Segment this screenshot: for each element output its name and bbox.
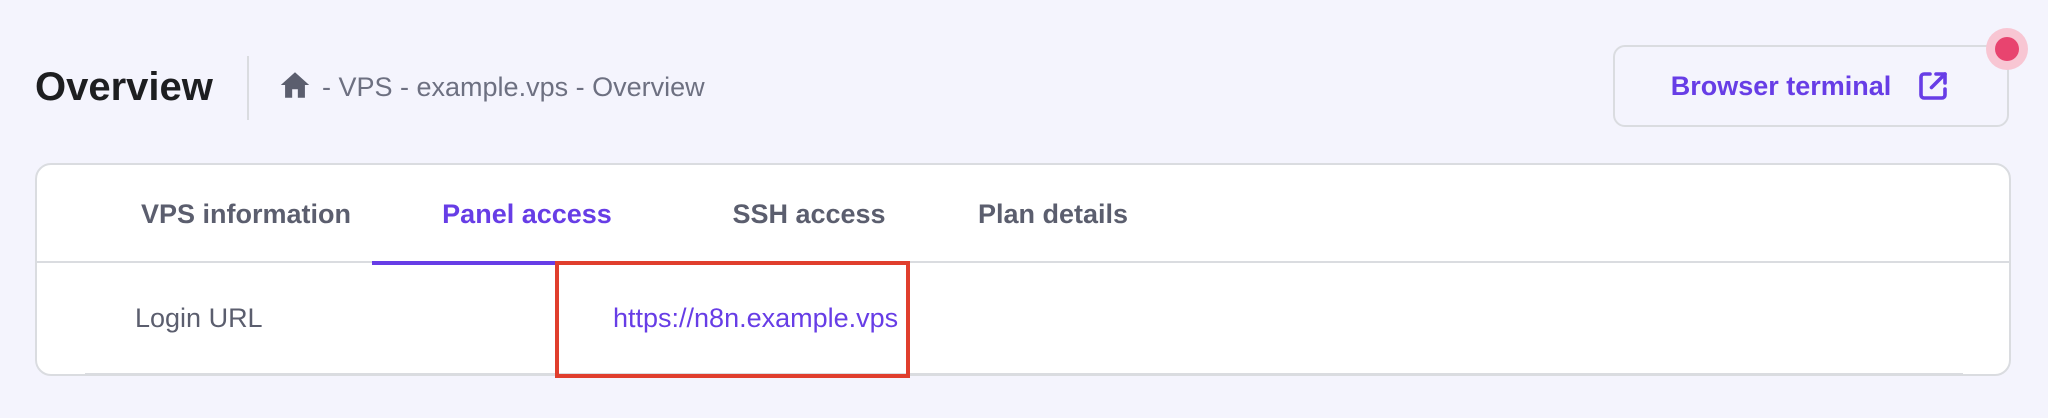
notification-dot[interactable]	[1995, 37, 2019, 61]
external-link-icon	[1919, 72, 1948, 100]
login-url-label: Login URL	[135, 303, 263, 333]
tab-plan-details[interactable]: Plan details	[943, 165, 1163, 263]
browser-terminal-button[interactable]: Browser terminal	[1613, 45, 2009, 127]
tab-bar: VPS information Panel access SSH access …	[37, 165, 2009, 265]
breadcrumb-text: - VPS - example.vps - Overview	[322, 72, 705, 102]
tab-label: VPS information	[140, 198, 351, 229]
login-url-link[interactable]: https://n8n.example.vps	[613, 300, 898, 336]
browser-terminal-label: Browser terminal	[1670, 70, 1892, 101]
tab-vps-information[interactable]: VPS information	[85, 165, 407, 263]
page-title: Overview	[35, 65, 213, 109]
home-icon[interactable]	[278, 68, 312, 102]
tab-label: SSH access	[732, 198, 886, 229]
header-divider	[247, 56, 249, 120]
vps-details-card: VPS information Panel access SSH access …	[35, 163, 2011, 376]
tab-label: Panel access	[442, 198, 612, 229]
table-row: Login URL https://n8n.example.vps	[85, 263, 1963, 374]
tab-label: Plan details	[977, 198, 1129, 229]
breadcrumb: - VPS - example.vps - Overview	[278, 68, 705, 106]
tab-panel-access[interactable]: Panel access	[372, 165, 682, 265]
tab-ssh-access[interactable]: SSH access	[693, 165, 925, 263]
